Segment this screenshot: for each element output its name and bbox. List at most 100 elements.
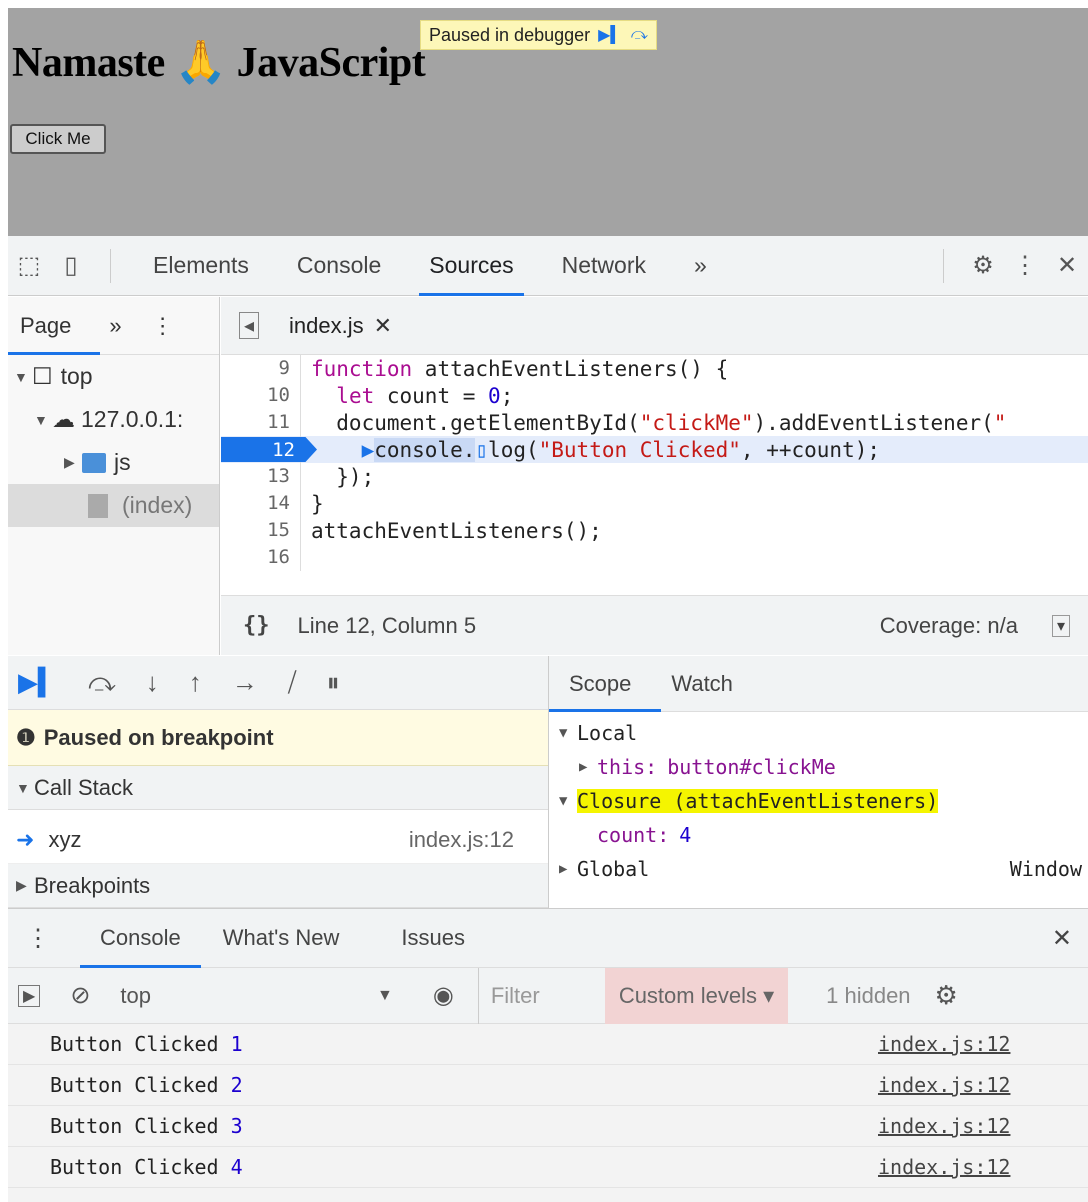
tab-scope[interactable]: Scope (569, 671, 631, 697)
log-source-link[interactable]: index.js:12 (878, 1073, 1010, 1097)
scope-tabs: Scope Watch (549, 656, 1088, 712)
tab-console[interactable]: Console (273, 236, 405, 296)
step-out-icon[interactable]: ↑ (189, 667, 202, 698)
close-icon[interactable]: ✕ (1046, 246, 1088, 286)
code-text: function attachEventListeners() { (311, 356, 729, 381)
log-source-link[interactable]: index.js:12 (878, 1114, 1010, 1138)
paused-status: ❶ Paused on breakpoint (8, 710, 548, 766)
click-me-button[interactable]: Click Me (10, 124, 106, 154)
log-source-link[interactable]: index.js:12 (878, 1155, 1010, 1179)
coverage-status: Coverage: n/a (879, 612, 1018, 638)
step-icon[interactable]: → (232, 667, 258, 698)
line-number[interactable]: 16 (221, 544, 301, 571)
code-text: document.getElementById("clickMe").addEv… (311, 410, 1007, 435)
code-line: 13 }); (221, 463, 1088, 490)
tree-item-top[interactable]: ▼ ☐ top (8, 355, 219, 398)
console-log-row: Button Clicked 2 index.js:12 (8, 1065, 1088, 1106)
console-log-row: Button Clicked 1 index.js:12 (8, 1024, 1088, 1065)
log-value: 2 (230, 1073, 243, 1097)
tab-elements[interactable]: Elements (129, 236, 273, 296)
tree-item-index[interactable]: (index) (8, 484, 219, 527)
scope-count-entry[interactable]: count: 4 (549, 818, 1088, 852)
scope-closure[interactable]: ▼ Closure (attachEventListeners) (549, 784, 1088, 818)
code-editor[interactable]: 9 function attachEventListeners() { 10 l… (221, 355, 1088, 595)
gear-icon[interactable]: ⚙ (935, 980, 958, 1011)
more-tabs-button[interactable]: » (670, 236, 731, 296)
frame-location[interactable]: index.js:12 (409, 827, 514, 853)
toggle-navigator-icon[interactable]: ◂ (239, 312, 260, 339)
resume-icon[interactable]: ▶▍ (18, 667, 58, 698)
code-line: 14 } (221, 490, 1088, 517)
editor-file-tab[interactable]: index.js (289, 313, 364, 339)
tab-network[interactable]: Network (538, 236, 670, 296)
code-line-paused: 12 12 ▶console.▯log("Button Clicked", ++… (221, 436, 1088, 463)
tab-watch[interactable]: Watch (671, 671, 733, 697)
navigator-tab-page[interactable]: Page (20, 313, 71, 339)
frame-function: xyz (48, 826, 82, 852)
breakpoint-marker[interactable]: 12 (221, 437, 317, 462)
deactivate-breakpoints-icon[interactable]: ⧸ (288, 667, 297, 699)
call-stack-header[interactable]: ▼ Call Stack (8, 766, 548, 810)
step-over-icon[interactable]: ⤼ (631, 26, 648, 44)
log-source-link[interactable]: index.js:12 (878, 1032, 1010, 1056)
call-stack-frame[interactable]: ➜ xyz index.js:12 (8, 816, 548, 864)
line-number[interactable]: 15 (221, 517, 301, 544)
scope-pane: Scope Watch ▼ Local ▶ this: button#click… (548, 656, 1088, 908)
drawer-tab-issues[interactable]: Issues (381, 908, 485, 968)
scope-this-entry[interactable]: ▶ this: button#clickMe (549, 750, 1088, 784)
property-value: 4 (679, 823, 692, 847)
filter-input[interactable]: Filter (491, 983, 605, 1009)
device-toggle-icon[interactable]: ▯ (50, 246, 92, 286)
property-key: this: (597, 755, 658, 779)
drawer-tab-whats-new[interactable]: What's New (203, 908, 360, 968)
resume-icon[interactable]: ▶▍ (598, 25, 623, 45)
line-number[interactable]: 14 (221, 490, 301, 517)
line-number[interactable]: 11 (221, 409, 301, 436)
drawer-tab-console[interactable]: Console (80, 908, 201, 968)
kebab-menu-icon[interactable]: ⋮ (152, 313, 174, 339)
step-over-icon[interactable]: ⤼ (88, 667, 116, 699)
editor-status-bar: {} Line 12, Column 5 Coverage: n/a ▾ (221, 595, 1088, 655)
navigator-more-button[interactable]: » (109, 313, 121, 339)
pretty-print-icon[interactable]: {} (243, 613, 270, 638)
toggle-debugger-icon[interactable]: ▾ (1051, 614, 1070, 637)
inspect-element-icon[interactable]: ⬚ (8, 246, 50, 286)
breakpoints-header[interactable]: ▶ Breakpoints (8, 864, 548, 908)
kebab-menu-icon[interactable]: ⋮ (1004, 246, 1046, 286)
scope-local[interactable]: ▼ Local (549, 716, 1088, 750)
toolbar-divider (943, 248, 944, 283)
scope-label: Local (577, 721, 638, 745)
tab-sources[interactable]: Sources (405, 236, 537, 296)
console-output: Button Clicked 1 index.js:12 Button Clic… (8, 1024, 1088, 1202)
cloud-icon: ☁ (52, 406, 75, 432)
gear-icon[interactable]: ⚙ (962, 246, 1004, 286)
close-tab-icon[interactable]: ✕ (374, 313, 392, 339)
line-number[interactable]: 10 (221, 382, 301, 409)
log-value: 3 (230, 1114, 243, 1138)
code-line: 11 document.getElementById("clickMe").ad… (221, 409, 1088, 436)
log-levels-dropdown[interactable]: Custom levels ▾ (604, 967, 789, 1024)
code-line: 9 function attachEventListeners() { (221, 355, 1088, 382)
line-number[interactable]: 13 (221, 463, 301, 490)
sidebar-toggle-icon[interactable]: ▶ (18, 984, 41, 1007)
line-number[interactable]: 9 (221, 355, 301, 382)
tree-item-host[interactable]: ▼ ☁ 127.0.0.1: (8, 398, 219, 441)
tree-item-js-folder[interactable]: ▶ js (8, 441, 219, 484)
eye-icon[interactable]: ◉ (433, 981, 454, 1010)
frame-icon: ☐ (32, 363, 53, 389)
navigator-header: Page » ⋮ (8, 297, 219, 355)
log-message: Button Clicked (50, 1032, 219, 1056)
clear-console-icon[interactable]: ⊘ (70, 981, 90, 1010)
collapse-arrow-icon: ▶ (64, 454, 75, 470)
code-text: attachEventListeners(); (311, 518, 602, 543)
kebab-menu-icon[interactable]: ⋮ (26, 924, 50, 953)
toolbar-divider (110, 248, 111, 283)
code-text: let count = 0; (336, 383, 514, 408)
pause-on-exceptions-icon[interactable]: ⏸ (327, 667, 340, 699)
close-icon[interactable]: ✕ (1052, 924, 1072, 953)
context-selector[interactable]: top (120, 983, 151, 1009)
step-into-icon[interactable]: ↓ (146, 667, 159, 698)
paused-banner-label: Paused in debugger (429, 24, 591, 45)
scope-global[interactable]: ▶ Global Window (549, 852, 1088, 886)
chevron-down-icon[interactable]: ▼ (377, 987, 393, 1005)
